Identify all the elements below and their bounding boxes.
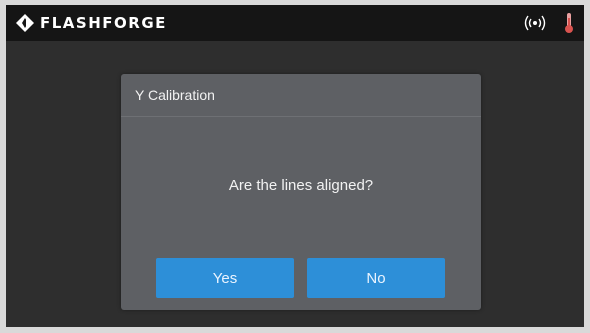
yes-button[interactable]: Yes [156,258,294,298]
no-button[interactable]: No [307,258,445,298]
wifi-signal-icon[interactable] [524,14,546,32]
printer-screen: FLASHFORGE Y Calibration Are the lines a… [6,5,584,327]
top-status-bar: FLASHFORGE [6,5,584,41]
thermometer-icon[interactable] [564,12,574,34]
dialog-header: Y Calibration [121,74,481,117]
flashforge-logo-icon [16,14,34,32]
brand-name: FLASHFORGE [40,14,167,32]
calibration-dialog: Y Calibration Are the lines aligned? Yes… [121,74,481,310]
dialog-title: Y Calibration [135,87,215,103]
dialog-message: Are the lines aligned? [228,177,374,194]
